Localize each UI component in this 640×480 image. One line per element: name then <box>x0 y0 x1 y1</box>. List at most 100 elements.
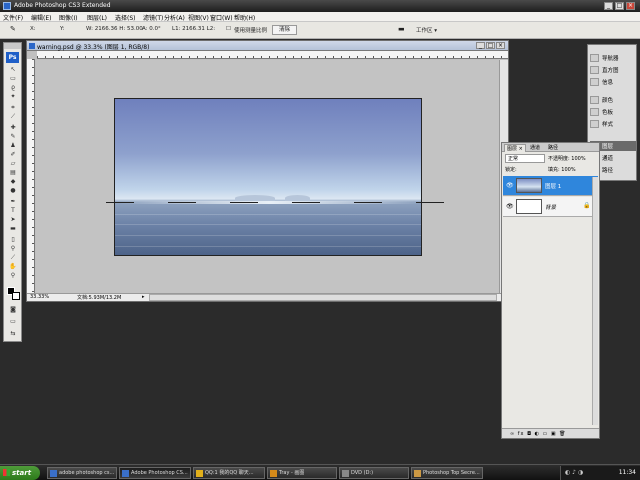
slice-tool-icon[interactable]: ⟋ <box>8 114 18 120</box>
minimize-button[interactable]: _ <box>604 2 613 10</box>
zoom-tool-icon[interactable]: ⚲ <box>8 273 18 279</box>
fill-field[interactable]: 填充: 100% <box>548 166 576 173</box>
clone-stamp-tool-icon[interactable]: ♟ <box>8 143 18 149</box>
horizontal-scrollbar[interactable] <box>149 294 497 301</box>
history-brush-tool-icon[interactable]: ✐ <box>8 152 18 158</box>
taskbar: start adobe photoshop cs... Adobe Photos… <box>0 464 640 480</box>
path-selection-tool-icon[interactable]: ➤ <box>8 217 18 223</box>
measure-scale-checkbox[interactable]: ☐ <box>226 26 231 32</box>
taskbar-button[interactable]: adobe photoshop cs... <box>47 467 117 479</box>
menu-select[interactable]: 选择(S) <box>115 13 136 22</box>
blur-tool-icon[interactable]: ◆ <box>8 179 18 185</box>
dodge-tool-icon[interactable]: ● <box>8 188 18 194</box>
document-size-readout[interactable]: 文档:5.93M/13.2M <box>77 294 121 301</box>
tab-paths[interactable]: 路径 <box>546 144 560 151</box>
ruler-tool-icon-active[interactable]: ⟋ <box>8 255 18 261</box>
layers-bottom-toolbar[interactable]: ∞ fx ◘ ◐ ▭ ▣ 🗑 <box>502 428 599 438</box>
dock-styles[interactable]: 样式 <box>590 119 636 129</box>
crop-tool-icon[interactable]: ⌗ <box>8 105 18 111</box>
menu-view[interactable]: 视图(V) <box>188 13 209 22</box>
options-bar: ✎ X: Y: W: 2166.36 H: 53.00 A: 0.0° L1: … <box>0 22 640 39</box>
doc-maximize-button[interactable]: □ <box>486 42 495 49</box>
photoshop-logo: Ps <box>6 52 19 63</box>
vertical-ruler[interactable] <box>27 59 35 293</box>
system-tray: ◐ ♪ ◑ 11:34 <box>560 466 640 480</box>
layer-row[interactable]: 👁 背景 🔒 <box>503 197 598 217</box>
taskbar-button[interactable]: Photoshop Top Secre... <box>411 467 483 479</box>
menu-layer[interactable]: 图层(L) <box>87 13 107 22</box>
pen-tool-icon[interactable]: ✒ <box>8 199 18 205</box>
clear-button[interactable]: 清除 <box>272 25 298 35</box>
maximize-button[interactable]: □ <box>615 2 624 10</box>
doc-close-button[interactable]: × <box>496 42 505 49</box>
toolbox-grip[interactable] <box>4 43 21 49</box>
menu-edit[interactable]: 编辑(E) <box>31 13 51 22</box>
eraser-tool-icon[interactable]: ▱ <box>8 161 18 167</box>
wave-line <box>115 224 421 225</box>
blend-mode-select[interactable]: 正常 <box>505 154 545 163</box>
dock-histogram[interactable]: 直方图 <box>590 65 636 75</box>
close-button[interactable]: × <box>626 2 635 10</box>
magic-wand-tool-icon[interactable]: ✦ <box>8 94 18 100</box>
type-tool-icon[interactable]: T <box>8 208 18 214</box>
navigator-icon <box>590 54 599 62</box>
title-bar: Adobe Photoshop CS3 Extended _ □ × <box>0 0 640 12</box>
marquee-tool-icon[interactable]: ▭ <box>8 76 18 82</box>
menu-help[interactable]: 帮助(H) <box>234 13 255 22</box>
taskbar-button[interactable]: DVD (D:) <box>339 467 409 479</box>
sea-horizon-image[interactable] <box>114 98 422 256</box>
document-title-bar[interactable]: warning.psd @ 33.3% (图层 1, RGB/8) _ □ × <box>27 41 508 51</box>
lasso-tool-icon[interactable]: ϱ <box>8 85 18 91</box>
background-color-swatch[interactable] <box>12 292 20 300</box>
eyedropper-tool-icon[interactable]: ⚲ <box>8 246 18 252</box>
menu-image[interactable]: 图像(I) <box>59 13 77 22</box>
tab-layers[interactable]: 图层 × <box>504 144 526 152</box>
horizontal-ruler[interactable] <box>37 51 508 59</box>
document-window: warning.psd @ 33.3% (图层 1, RGB/8) _ □ × … <box>26 40 509 302</box>
dock-info[interactable]: 信息 <box>590 77 636 87</box>
brush-tool-icon[interactable]: ✎ <box>8 134 18 140</box>
notes-tool-icon[interactable]: ▯ <box>8 237 18 243</box>
layers-panel-tabs: 图层 × 通道 路径 <box>502 143 599 152</box>
dock-color[interactable]: 颜色 <box>590 95 636 105</box>
tray-icons[interactable]: ◐ ♪ ◑ <box>565 469 583 476</box>
hand-tool-icon[interactable]: ✋ <box>8 264 18 270</box>
canvas-area[interactable] <box>36 60 499 293</box>
document-status-bar: 33.33% 文档:5.93M/13.2M ▸ <box>27 293 508 301</box>
clock[interactable]: 11:34 <box>619 469 636 476</box>
menu-analysis[interactable]: 分析(A) <box>164 13 185 22</box>
move-tool-icon[interactable]: ↖ <box>8 67 18 73</box>
dock-swatches[interactable]: 色板 <box>590 107 636 117</box>
gradient-tool-icon[interactable]: ▤ <box>8 170 18 176</box>
start-button[interactable]: start <box>0 466 40 480</box>
tab-channels[interactable]: 通道 <box>528 144 542 151</box>
menu-window[interactable]: 窗口(W) <box>210 13 233 22</box>
windows-flag-icon <box>3 469 10 476</box>
healing-brush-tool-icon[interactable]: ✚ <box>8 125 18 131</box>
menu-filter[interactable]: 滤镜(T) <box>143 13 163 22</box>
shape-tool-icon[interactable]: ▬ <box>8 226 18 232</box>
lock-icon: 🔒 <box>583 202 591 209</box>
zoom-readout[interactable]: 33.33% <box>30 294 49 300</box>
menu-file[interactable]: 文件(F) <box>3 13 23 22</box>
quick-mask-icon[interactable]: ◙ <box>8 307 18 313</box>
eye-icon[interactable]: 👁 <box>506 203 514 210</box>
app-icon <box>270 470 277 477</box>
taskbar-button[interactable]: QQ:1 我的QQ 聊天... <box>193 467 265 479</box>
doc-minimize-button[interactable]: _ <box>476 42 485 49</box>
document-title: warning.psd @ 33.3% (图层 1, RGB/8) <box>37 44 150 51</box>
layers-scrollbar[interactable] <box>592 177 598 425</box>
palette-well-icon[interactable]: ▬ <box>398 25 405 33</box>
taskbar-button[interactable]: Adobe Photoshop CS... <box>119 467 191 479</box>
opacity-field[interactable]: 不透明度: 100% <box>548 155 586 162</box>
layer-row[interactable]: 👁 图层 1 <box>503 176 598 196</box>
edit-in-imageready-icon[interactable]: ⇆ <box>8 331 18 337</box>
taskbar-button[interactable]: Tray - 画图 <box>267 467 337 479</box>
dock-navigator[interactable]: 导航器 <box>590 53 636 63</box>
screen-mode-icon[interactable]: ▭ <box>8 319 18 325</box>
app-icon <box>414 470 421 477</box>
ruler-tool-icon[interactable]: ✎ <box>10 25 16 33</box>
workspace-dropdown[interactable]: 工作区 ▾ <box>416 26 437 34</box>
eye-icon[interactable]: 👁 <box>506 182 514 189</box>
status-arrow-icon[interactable]: ▸ <box>142 294 145 300</box>
